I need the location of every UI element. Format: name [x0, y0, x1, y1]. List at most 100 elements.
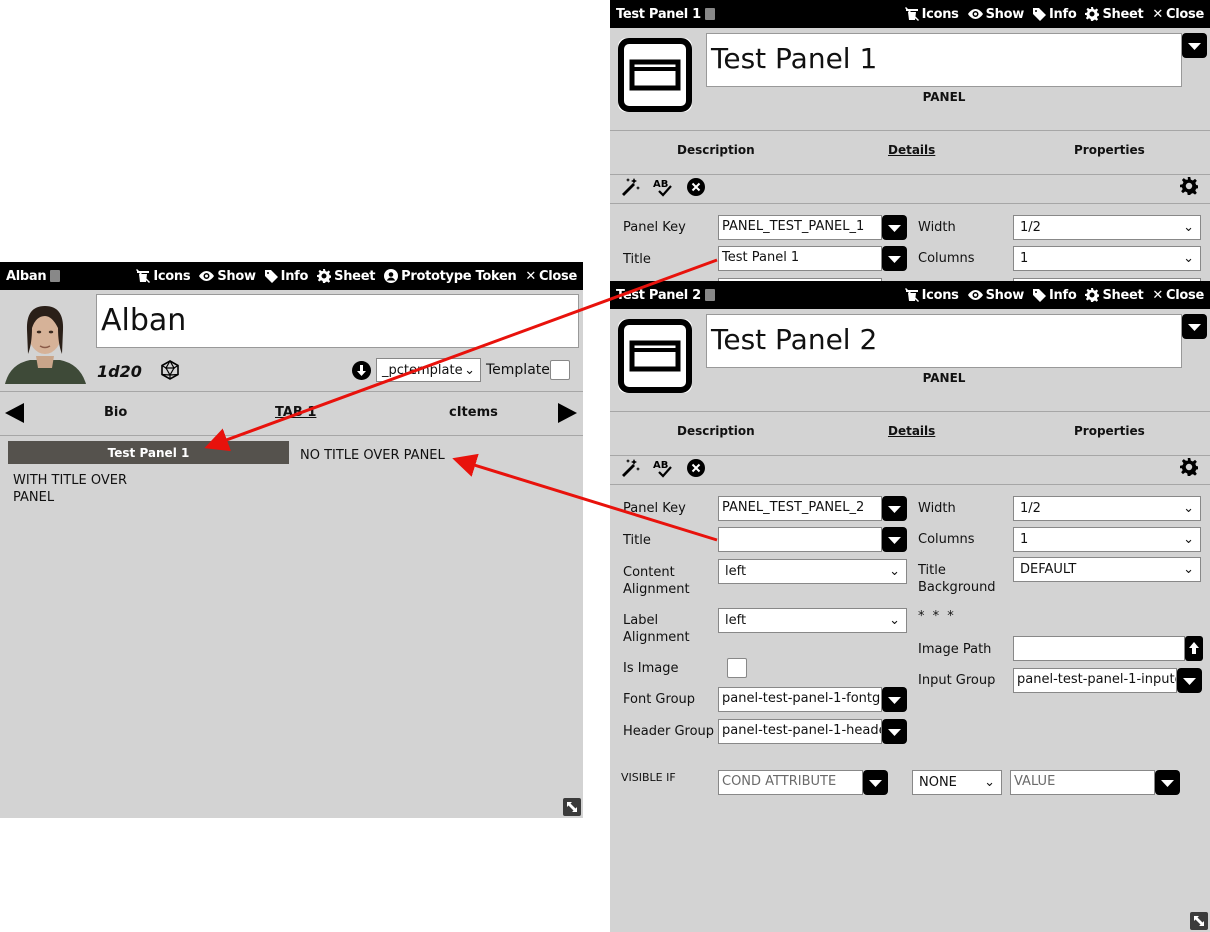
value-input[interactable]: VALUE — [1010, 770, 1155, 795]
remove-circle-icon[interactable] — [687, 178, 705, 196]
close-button[interactable]: ✕ Close — [525, 269, 577, 284]
chevron-down-icon: ⌄ — [1183, 220, 1194, 235]
panel-key-dropdown[interactable] — [882, 215, 907, 240]
value-dropdown[interactable] — [1155, 770, 1180, 795]
item-name-input[interactable]: Test Panel 1 — [706, 33, 1182, 87]
character-name-input[interactable]: Alban — [96, 294, 579, 348]
remove-circle-icon[interactable] — [687, 459, 705, 477]
info-button[interactable]: Info — [1032, 288, 1077, 303]
title-background-select[interactable]: DEFAULT ⌄ — [1013, 557, 1201, 582]
magic-wand-icon[interactable] — [620, 458, 640, 478]
title-dropdown[interactable] — [882, 246, 907, 271]
sheet-button[interactable]: Sheet — [1085, 288, 1144, 303]
tab-properties[interactable]: Properties — [1074, 424, 1145, 438]
cond-attribute-input[interactable]: COND ATTRIBUTE — [718, 770, 863, 795]
font-group-input[interactable]: panel-test-panel-1-fontgroup — [718, 687, 882, 712]
tab-properties[interactable]: Properties — [1074, 143, 1145, 157]
window-titlebar[interactable]: Test Panel 2 Icons Show Info Sheet ✕ Clo… — [610, 281, 1210, 309]
title-input[interactable]: Test Panel 1 — [718, 246, 882, 271]
panel-key-input[interactable]: PANEL_TEST_PANEL_1 — [718, 215, 882, 240]
item-name-input[interactable]: Test Panel 2 — [706, 314, 1182, 368]
divider — [0, 435, 583, 436]
divider — [0, 391, 583, 392]
tab-next-arrow-icon[interactable] — [558, 403, 577, 423]
icons-button[interactable]: Icons — [904, 7, 959, 22]
columns-label: Columns — [918, 532, 975, 547]
d20-icon[interactable] — [160, 360, 180, 380]
image-path-input[interactable] — [1013, 636, 1185, 661]
caret-down-icon — [888, 506, 901, 513]
dice-roll-label[interactable]: 1d20 — [97, 362, 142, 381]
template-checkbox[interactable] — [550, 360, 570, 380]
info-button[interactable]: Info — [1032, 7, 1077, 22]
gear-icon[interactable] — [1180, 458, 1198, 476]
caret-down-icon — [1188, 324, 1201, 331]
width-select[interactable]: 1/2 ⌄ — [1013, 215, 1201, 240]
resize-handle[interactable] — [1190, 912, 1208, 930]
width-select[interactable]: 1/2 ⌄ — [1013, 496, 1201, 521]
chevron-down-icon: ⌄ — [889, 613, 900, 628]
close-button[interactable]: ✕ Close — [1152, 288, 1204, 303]
panel-key-dropdown[interactable] — [882, 496, 907, 521]
no-title-text: NO TITLE OVER PANEL — [300, 448, 445, 463]
editor-toolbar: AB — [620, 458, 1206, 480]
eye-icon — [967, 9, 983, 19]
columns-select[interactable]: 1 ⌄ — [1013, 246, 1201, 271]
sheet-button[interactable]: Sheet — [1085, 7, 1144, 22]
title-input[interactable] — [718, 527, 882, 552]
input-group-input[interactable]: panel-test-panel-1-inputgroup — [1013, 668, 1177, 693]
sheet-button[interactable]: Sheet — [317, 269, 375, 284]
close-icon: ✕ — [525, 268, 537, 284]
show-button[interactable]: Show — [967, 288, 1024, 303]
panel-type-icon[interactable] — [618, 319, 692, 393]
header-group-dropdown[interactable] — [882, 719, 907, 744]
tab-details[interactable]: Details — [888, 143, 935, 157]
columns-select[interactable]: 1 ⌄ — [1013, 527, 1201, 552]
label-alignment-select[interactable]: left ⌄ — [718, 608, 907, 633]
tab-bio[interactable]: Bio — [104, 405, 127, 420]
close-button[interactable]: ✕ Close — [1152, 7, 1204, 22]
download-button[interactable] — [352, 361, 371, 380]
name-dropdown-button[interactable] — [1182, 33, 1207, 58]
tab-details[interactable]: Details — [888, 424, 935, 438]
window-titlebar[interactable]: Alban Icons Show Info Sheet Prototype To… — [0, 262, 583, 290]
spellcheck-icon[interactable]: AB — [653, 177, 675, 197]
tab-tab1[interactable]: TAB 1 — [275, 405, 316, 420]
gear-icon[interactable] — [1180, 177, 1198, 195]
character-portrait[interactable] — [0, 294, 90, 384]
window-titlebar[interactable]: Test Panel 1 Icons Show Info Sheet ✕ Clo… — [610, 0, 1210, 28]
upload-button[interactable] — [1185, 636, 1203, 661]
panel-key-input[interactable]: PANEL_TEST_PANEL_2 — [718, 496, 882, 521]
panel-type-icon[interactable] — [618, 38, 692, 112]
panel-key-label: Panel Key — [623, 220, 686, 235]
template-select[interactable]: _pctemplate ⌄ — [376, 358, 481, 382]
close-icon: ✕ — [1152, 287, 1164, 303]
is-image-checkbox[interactable] — [727, 658, 747, 678]
tab-description[interactable]: Description — [677, 424, 755, 438]
font-group-dropdown[interactable] — [882, 687, 907, 712]
spellcheck-icon[interactable]: AB — [653, 458, 675, 478]
show-button[interactable]: Show — [199, 269, 256, 284]
window-title: Test Panel 1 — [616, 6, 701, 22]
tag-icon — [1032, 7, 1046, 21]
operator-select[interactable]: NONE ⌄ — [912, 770, 1002, 795]
cond-attribute-dropdown[interactable] — [863, 770, 888, 795]
icons-button[interactable]: Icons — [904, 288, 959, 303]
content-alignment-select[interactable]: left ⌄ — [718, 559, 907, 584]
tab-description[interactable]: Description — [677, 143, 755, 157]
prototype-token-button[interactable]: Prototype Token — [384, 269, 517, 284]
tab-prev-arrow-icon[interactable] — [5, 403, 24, 423]
divider — [610, 130, 1210, 131]
magic-wand-icon[interactable] — [620, 177, 640, 197]
title-dropdown[interactable] — [882, 527, 907, 552]
tag-icon — [264, 269, 278, 283]
info-button[interactable]: Info — [264, 269, 308, 284]
icons-button[interactable]: Icons — [136, 269, 191, 284]
show-button[interactable]: Show — [967, 7, 1024, 22]
icons-icon — [136, 269, 151, 283]
input-group-dropdown[interactable] — [1177, 668, 1202, 693]
tab-citems[interactable]: cItems — [449, 405, 498, 420]
name-dropdown-button[interactable] — [1182, 314, 1207, 339]
header-group-input[interactable]: panel-test-panel-1-headergroup — [718, 719, 882, 744]
resize-handle[interactable] — [563, 798, 581, 816]
